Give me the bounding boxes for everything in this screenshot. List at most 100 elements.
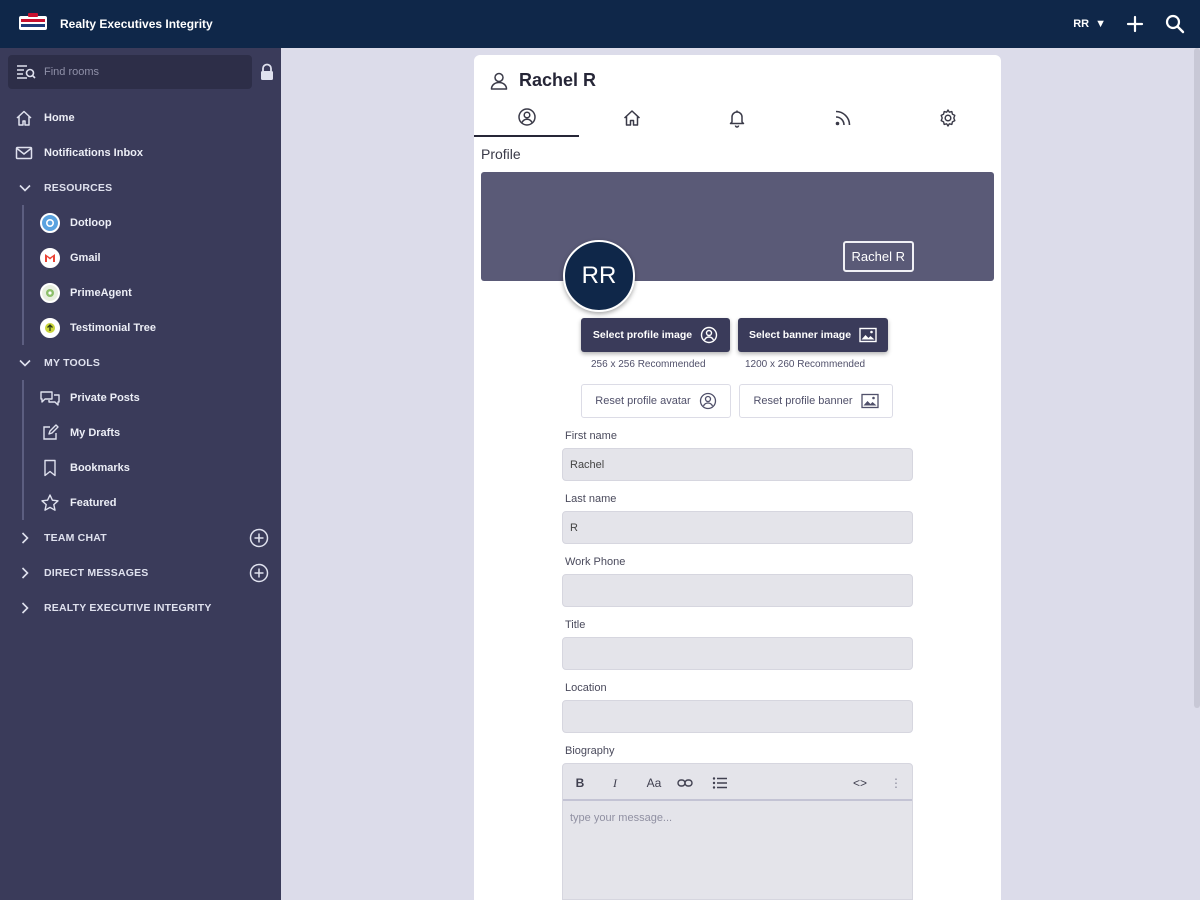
bell-icon bbox=[730, 110, 745, 128]
location-label: Location bbox=[565, 682, 607, 694]
tab-profile[interactable] bbox=[474, 99, 580, 137]
sidebar-item-label: PrimeAgent bbox=[70, 286, 132, 299]
tab-home[interactable] bbox=[579, 99, 684, 137]
section-label: REALTY EXECUTIVE INTEGRITY bbox=[44, 601, 212, 614]
sidebar-item-testimonial-tree[interactable]: Testimonial Tree bbox=[0, 310, 281, 345]
profile-name-title: Rachel R bbox=[519, 70, 597, 90]
bold-button[interactable]: B bbox=[570, 773, 590, 793]
biography-input[interactable] bbox=[563, 801, 912, 897]
tab-settings[interactable] bbox=[896, 99, 1001, 137]
gmail-icon bbox=[39, 247, 61, 269]
work-phone-field[interactable] bbox=[563, 575, 912, 606]
section-realty-executive-integrity[interactable]: REALTY EXECUTIVE INTEGRITY bbox=[0, 590, 281, 625]
add-circle-icon[interactable] bbox=[249, 563, 269, 583]
avatar[interactable]: RR bbox=[563, 240, 635, 312]
image-icon bbox=[860, 393, 879, 409]
home-icon bbox=[624, 110, 641, 126]
first-name-field[interactable] bbox=[563, 449, 912, 480]
scrollbar-thumb[interactable] bbox=[1194, 48, 1200, 708]
location-field[interactable] bbox=[563, 701, 912, 732]
section-my-tools[interactable]: MY TOOLS bbox=[0, 345, 281, 380]
link-button[interactable] bbox=[675, 773, 695, 793]
sidebar-item-label: Notifications Inbox bbox=[44, 146, 143, 159]
room-search-row bbox=[8, 55, 278, 89]
reset-profile-banner-button[interactable]: Reset profile banner bbox=[739, 384, 893, 418]
filter-search-icon bbox=[17, 65, 36, 79]
top-bar: Realty Executives Integrity RR ▼ bbox=[0, 0, 1200, 48]
resources-group: Dotloop Gmail PrimeAgent Testimonial Tre… bbox=[0, 205, 281, 345]
bookmark-icon bbox=[39, 457, 61, 479]
section-label: TEAM CHAT bbox=[44, 531, 107, 544]
sidebar-item-label: Private Posts bbox=[70, 391, 140, 404]
sidebar-item-label: Gmail bbox=[70, 251, 101, 264]
sidebar-item-gmail[interactable]: Gmail bbox=[0, 240, 281, 275]
realty-executives-logo bbox=[19, 13, 47, 30]
profile-banner: Rachel R bbox=[481, 172, 994, 281]
section-resources[interactable]: RESOURCES bbox=[0, 170, 281, 205]
sidebar-item-primeagent[interactable]: PrimeAgent bbox=[0, 275, 281, 310]
profile-panel: Rachel R Profile Rachel R RR Select prof… bbox=[474, 55, 1001, 900]
search-icon[interactable] bbox=[1164, 13, 1186, 35]
select-banner-image-button[interactable]: Select banner image bbox=[738, 318, 888, 352]
italic-button[interactable]: I bbox=[605, 773, 625, 793]
last-name-label: Last name bbox=[565, 493, 617, 505]
envelope-icon bbox=[14, 143, 34, 163]
find-rooms-input[interactable] bbox=[44, 66, 234, 78]
last-name-field[interactable] bbox=[563, 512, 912, 543]
caret-down-icon: ▼ bbox=[1095, 18, 1106, 30]
add-icon[interactable] bbox=[1124, 13, 1146, 35]
user-menu[interactable]: RR ▼ bbox=[1073, 18, 1106, 30]
chevron-right-icon bbox=[19, 601, 31, 614]
title-label: Title bbox=[565, 619, 586, 631]
user-initials: RR bbox=[1073, 18, 1090, 30]
title-field[interactable] bbox=[563, 638, 912, 669]
sidebar-item-label: My Drafts bbox=[70, 426, 121, 439]
sidebar-item-label: Dotloop bbox=[70, 216, 112, 229]
chevron-down-icon bbox=[19, 184, 31, 192]
editor-toolbar: B I Aa <> ⋮ bbox=[563, 764, 912, 801]
sidebar-item-notifications-inbox[interactable]: Notifications Inbox bbox=[0, 135, 281, 170]
section-label: RESOURCES bbox=[44, 181, 113, 194]
main-scrollbar[interactable] bbox=[1192, 48, 1200, 900]
section-label: MY TOOLS bbox=[44, 356, 101, 369]
lock-icon[interactable] bbox=[258, 63, 276, 81]
button-label: Reset profile banner bbox=[753, 395, 853, 407]
sidebar-item-bookmarks[interactable]: Bookmarks bbox=[0, 450, 281, 485]
code-button[interactable]: <> bbox=[850, 773, 870, 793]
banner-name-tag: Rachel R bbox=[842, 241, 914, 272]
more-options-button[interactable]: ⋮ bbox=[886, 773, 906, 793]
primeagent-icon bbox=[39, 282, 61, 304]
list-button[interactable] bbox=[710, 773, 730, 793]
button-label: Select profile image bbox=[592, 329, 693, 341]
image-icon bbox=[859, 327, 877, 343]
section-team-chat[interactable]: TEAM CHAT bbox=[0, 520, 281, 555]
profile-tabs bbox=[474, 99, 1001, 137]
room-search-box[interactable] bbox=[8, 55, 252, 89]
sidebar-item-private-posts[interactable]: Private Posts bbox=[0, 380, 281, 415]
sidebar-item-dotloop[interactable]: Dotloop bbox=[0, 205, 281, 240]
section-direct-messages[interactable]: DIRECT MESSAGES bbox=[0, 555, 281, 590]
sidebar-item-label: Testimonial Tree bbox=[70, 321, 156, 334]
dotloop-icon bbox=[39, 212, 61, 234]
button-label: Select banner image bbox=[748, 329, 852, 341]
select-profile-image-button[interactable]: Select profile image bbox=[581, 318, 730, 352]
biography-editor: B I Aa <> ⋮ bbox=[562, 763, 913, 900]
tab-notifications[interactable] bbox=[685, 99, 790, 137]
work-phone-field-wrap bbox=[562, 574, 913, 607]
tab-feed[interactable] bbox=[790, 99, 895, 137]
last-name-field-wrap bbox=[562, 511, 913, 544]
testimonial-tree-icon bbox=[39, 317, 61, 339]
sidebar-item-label: Bookmarks bbox=[70, 461, 130, 474]
app-title: Realty Executives Integrity bbox=[60, 17, 213, 31]
chat-bubbles-icon bbox=[39, 387, 61, 409]
reset-profile-avatar-button[interactable]: Reset profile avatar bbox=[581, 384, 731, 418]
profile-image-size-hint: 256 x 256 Recommended bbox=[591, 359, 706, 370]
sidebar-item-my-drafts[interactable]: My Drafts bbox=[0, 415, 281, 450]
sidebar-item-home[interactable]: Home bbox=[0, 100, 281, 135]
sidebar-item-featured[interactable]: Featured bbox=[0, 485, 281, 520]
add-circle-icon[interactable] bbox=[249, 528, 269, 548]
panel-header: Rachel R bbox=[489, 70, 596, 91]
font-size-button[interactable]: Aa bbox=[641, 773, 667, 793]
rss-feed-icon bbox=[835, 110, 851, 126]
banner-image-size-hint: 1200 x 260 Recommended bbox=[745, 359, 866, 370]
